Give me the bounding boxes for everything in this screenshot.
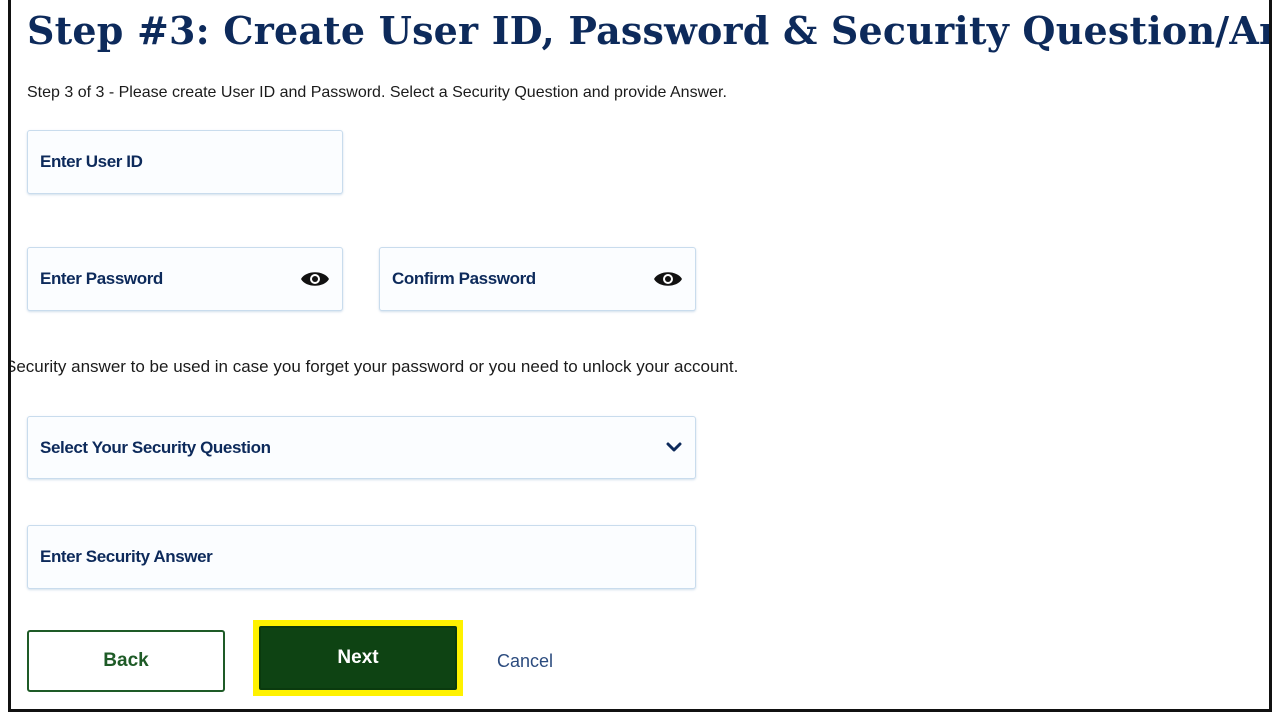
next-button[interactable]: Next [259,626,457,690]
user-id-placeholder: Enter User ID [40,152,143,171]
eye-icon[interactable] [300,268,330,290]
password-input[interactable]: Enter Password [27,247,343,311]
step-instructions: Step 3 of 3 - Please create User ID and … [27,84,727,101]
page-frame: Step #3: Create User ID, Password & Secu… [8,0,1272,712]
security-question-select[interactable]: Select Your Security Question [27,416,696,479]
user-id-input[interactable]: Enter User ID [27,130,343,194]
back-button[interactable]: Back [27,630,225,692]
eye-icon[interactable] [653,268,683,290]
password-placeholder: Enter Password [40,269,163,288]
security-note: Security answer to be used in case you f… [8,357,739,376]
confirm-password-placeholder: Confirm Password [392,269,536,288]
security-question-value: Select Your Security Question [40,437,271,457]
chevron-down-icon[interactable] [665,441,683,455]
confirm-password-input[interactable]: Confirm Password [379,247,696,311]
next-button-highlight: Next [253,620,463,696]
security-answer-input[interactable]: Enter Security Answer [27,525,696,589]
page-title: Step #3: Create User ID, Password & Secu… [27,8,1272,53]
cancel-link[interactable]: Cancel [497,651,553,672]
security-answer-placeholder: Enter Security Answer [40,547,213,566]
